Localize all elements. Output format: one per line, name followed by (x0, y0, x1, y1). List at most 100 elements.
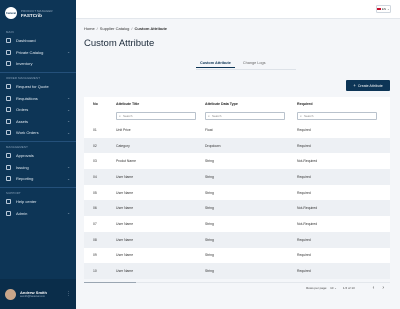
table-cell: User Name (116, 237, 134, 242)
sidebar-divider (0, 140, 76, 141)
requisitions-icon (6, 95, 11, 101)
table-cell: User Name (116, 269, 134, 274)
table-cell: Required (297, 143, 311, 148)
table-cell: String (205, 174, 214, 179)
breadcrumb-current: Custom Attribute (134, 26, 168, 31)
table-row[interactable]: 06 User Name String Not-Required (84, 200, 390, 217)
sidebar-item-label: Requisitions (16, 95, 38, 101)
sidebar-item-requisitions[interactable]: Requisitions ⌄ (0, 93, 76, 105)
table-cell: User Name (116, 174, 134, 179)
header-attribute-data-type[interactable]: Attribute Data Type (203, 102, 295, 106)
table-cell: 05 (93, 190, 97, 195)
search-placeholder: Search (303, 114, 314, 118)
brand[interactable]: Fastenal PRODUCT MANAGER FASTCrib (0, 0, 76, 26)
user-profile[interactable]: Andrew Smith asmith@fastenal.com ⋮ (0, 279, 76, 309)
rows-per-page-select[interactable]: 10 ⌄ (330, 286, 337, 290)
table-cell: Required (297, 174, 311, 179)
pagination: Rows per page: 10 ⌄ 1-5 of 13 ‹ › (84, 281, 390, 295)
search-placeholder: Search (122, 114, 133, 118)
sidebar-item-label: Reporting (16, 176, 34, 182)
sidebar-item-admin[interactable]: Admin ⌄ (0, 208, 76, 220)
avatar (5, 288, 16, 300)
sidebar-item-label: Dashboard (16, 38, 36, 44)
table-cell: Required (297, 190, 311, 195)
sidebar-item-label: Help center (16, 199, 37, 205)
search-placeholder: Search (211, 114, 222, 118)
issuing-icon (6, 164, 11, 170)
sidebar-item-request-for-quote[interactable]: Request for Quote (0, 81, 76, 93)
rows-per-page-label: Rows per page: (306, 286, 328, 290)
page-title: Custom Attribute (84, 38, 155, 49)
table-cell: 10 (93, 269, 97, 274)
next-page-button[interactable]: › (382, 285, 384, 291)
table-row[interactable]: 05 User Name String Required (84, 185, 390, 201)
table-cell: String (205, 190, 214, 195)
breadcrumb-parent[interactable]: Supplier Catalog (100, 26, 130, 31)
table-cell: String (205, 206, 214, 211)
breadcrumb-home[interactable]: Home (84, 26, 95, 31)
header-required[interactable]: Required (295, 102, 390, 106)
sidebar-item-help-center[interactable]: Help center (0, 196, 76, 208)
rows-per-page-value: 10 (330, 286, 334, 290)
user-menu-icon[interactable]: ⋮ (66, 291, 71, 297)
sidebar-item-label: Inventory (16, 61, 33, 67)
sidebar-item-work-orders[interactable]: Work Orders ⌄ (0, 127, 76, 139)
table-cell: Required (297, 269, 311, 274)
user-email: asmith@fastenal.com (20, 295, 45, 298)
required-search-input[interactable]: ⌕ Search (297, 112, 377, 120)
header-attribute-title[interactable]: Attribute Title (114, 102, 203, 106)
table-cell: Float (205, 127, 213, 132)
request-for-quote-icon (6, 84, 11, 90)
table-cell: 06 (93, 206, 97, 211)
table-cell: Not-Required (297, 221, 318, 226)
table-row[interactable]: 03 Produt Name String Not-Required (84, 153, 390, 169)
table-row[interactable]: 02 Category Dropdown Required (84, 137, 390, 154)
brand-logo: Fastenal (5, 7, 17, 19)
table-cell: 09 (93, 253, 97, 258)
table-row[interactable]: 04 User Name String Required (84, 169, 390, 185)
data-type-search-input[interactable]: ⌕ Search (205, 112, 285, 120)
table-cell: Category (116, 143, 130, 148)
language-code: EN (381, 7, 387, 11)
brand-name: FASTCrib (21, 12, 42, 18)
table-row[interactable]: 08 User Name String Required (84, 231, 390, 248)
table-cell: String (205, 221, 214, 226)
table-row[interactable]: 01 Unit Price Float Required (84, 122, 390, 138)
chevron-down-icon: ⌄ (67, 107, 70, 112)
sidebar-divider (0, 71, 76, 72)
sidebar-item-orders[interactable]: Orders ⌄ (0, 104, 76, 116)
filter-row: ⌕ Search ⌕ Search ⌕ Search (84, 110, 390, 122)
chevron-down-icon: ⌄ (67, 176, 70, 181)
table-cell: User Name (116, 253, 134, 258)
sidebar-section-title: MANAGEMENT (6, 145, 29, 149)
chevron-down-icon: ⌄ (67, 165, 70, 170)
table-row[interactable]: 07 User Name String Not-Required (84, 216, 390, 232)
title-search-input[interactable]: ⌕ Search (116, 112, 196, 120)
tab-custom-attribute[interactable]: Custom Attribute (196, 61, 235, 68)
search-icon: ⌕ (300, 114, 302, 118)
language-selector[interactable]: EN ⌄ (376, 5, 391, 13)
sidebar-item-private-catalog[interactable]: Private Catalog ⌄ (0, 47, 76, 59)
tab-bar: Custom Attribute Change Logs (196, 61, 273, 68)
inventory-icon (6, 61, 11, 67)
tab-change-logs[interactable]: Change Logs (239, 61, 270, 68)
attribute-table: No Attribute Title Attribute Data Type R… (84, 97, 390, 283)
table-cell: User Name (116, 221, 134, 226)
prev-page-button[interactable]: ‹ (373, 285, 375, 291)
sidebar-item-inventory[interactable]: Inventory (0, 58, 76, 70)
sidebar-item-dashboard[interactable]: Dashboard (0, 35, 76, 47)
sidebar-item-reporting[interactable]: Reporting ⌄ (0, 173, 76, 185)
table-cell: Unit Price (116, 127, 131, 132)
sidebar: Fastenal PRODUCT MANAGER FASTCrib MAIN Da… (0, 0, 76, 309)
create-attribute-button[interactable]: + Create Attribute (346, 80, 390, 91)
header-no[interactable]: No (84, 102, 114, 106)
table-cell: 07 (93, 221, 97, 226)
table-cell: 04 (93, 174, 97, 179)
table-row[interactable]: 09 User Name String Required (84, 248, 390, 264)
table-cell: Produt Name (116, 159, 136, 164)
sidebar-item-approvals[interactable]: Approvals (0, 150, 76, 162)
sidebar-item-assets[interactable]: Assets ⌄ (0, 116, 76, 128)
sidebar-item-issuing[interactable]: Issuing ⌄ (0, 162, 76, 174)
table-row[interactable]: 10 User Name String Required (84, 263, 390, 279)
table-cell: 02 (93, 143, 97, 148)
